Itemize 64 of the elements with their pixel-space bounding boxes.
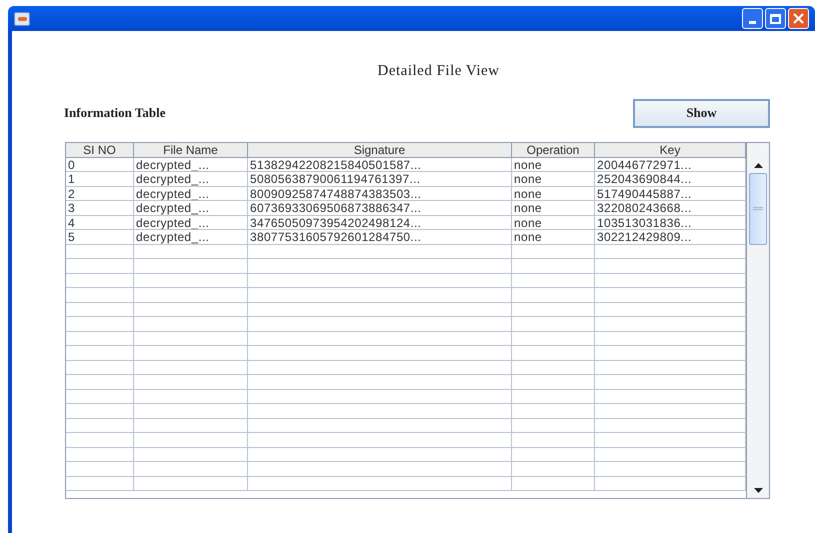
column-header[interactable]: SI NO xyxy=(66,142,134,158)
table-cell: decrypted_... xyxy=(134,172,248,186)
column-header[interactable]: Signature xyxy=(248,142,512,158)
up-arrow-icon xyxy=(754,162,762,168)
table-cell: 3 xyxy=(66,201,134,216)
table-cell: 1 xyxy=(66,172,134,186)
table-cell: 60736933069506873886347... xyxy=(248,201,512,216)
table-cell: none xyxy=(512,201,595,216)
table-cell: 80090925874748874383503... xyxy=(248,186,512,201)
empty-table-cell xyxy=(66,360,134,375)
empty-table-cell xyxy=(66,274,134,288)
page-heading: Detailed File View xyxy=(378,62,500,81)
table-cell: 302212429809... xyxy=(595,230,746,244)
empty-table-cell xyxy=(66,317,134,332)
empty-table-cell xyxy=(66,244,134,259)
table-cell: 4 xyxy=(66,216,134,230)
empty-table-cell xyxy=(66,302,134,317)
table-cell: decrypted_... xyxy=(134,230,248,244)
table-cell: decrypted_... xyxy=(134,186,248,201)
table-cell: 51382942208215840501587... xyxy=(248,158,512,172)
scrollbar-thumb[interactable] xyxy=(749,172,767,244)
empty-table-cell xyxy=(66,288,134,302)
empty-table-cell xyxy=(66,448,134,462)
column-header[interactable]: Operation xyxy=(512,142,595,158)
empty-table-cell xyxy=(66,433,134,448)
empty-table-cell xyxy=(66,462,134,476)
table-cell: none xyxy=(512,230,595,244)
table-cell: none xyxy=(512,186,595,201)
empty-table-cell xyxy=(66,375,134,390)
table-cell: 200446772971... xyxy=(595,158,746,172)
minimize-button[interactable] xyxy=(742,8,763,29)
table-cell: 50805638790061194761397... xyxy=(248,172,512,186)
maximize-button[interactable] xyxy=(765,8,786,29)
empty-table-cell xyxy=(66,390,134,404)
section-label: Information Table xyxy=(64,104,166,122)
table-cell: decrypted_... xyxy=(134,158,248,172)
close-button[interactable] xyxy=(788,8,809,29)
table-cell: none xyxy=(512,172,595,186)
column-header[interactable]: Key xyxy=(595,142,746,158)
empty-table-cell xyxy=(66,404,134,418)
table-cell: 517490445887... xyxy=(595,186,746,201)
table-cell: decrypted_... xyxy=(134,201,248,216)
table-cell: none xyxy=(512,158,595,172)
close-icon xyxy=(793,13,804,24)
table-cell: none xyxy=(512,216,595,230)
empty-table-cell xyxy=(66,418,134,433)
table-cell: 103513031836... xyxy=(595,216,746,230)
table-cell: 34765050973954202498124... xyxy=(248,216,512,230)
app-icon xyxy=(14,12,30,26)
table-cell: 38077531605792601284750... xyxy=(248,230,512,244)
table-cell: 5 xyxy=(66,230,134,244)
empty-table-cell xyxy=(66,332,134,346)
empty-table-cell xyxy=(66,346,134,360)
scrollbar[interactable] xyxy=(746,142,769,498)
table-cell: 0 xyxy=(66,158,134,172)
down-arrow-icon xyxy=(754,488,762,492)
empty-table-cell xyxy=(66,476,134,491)
empty-table-cell xyxy=(66,259,134,274)
show-button[interactable]: Show xyxy=(633,98,770,128)
table-cell: decrypted_... xyxy=(134,216,248,230)
table-cell: 322080243668... xyxy=(595,201,746,216)
column-header[interactable]: File Name xyxy=(134,142,248,158)
table-cell: 252043690844... xyxy=(595,172,746,186)
table-cell: 2 xyxy=(66,186,134,201)
